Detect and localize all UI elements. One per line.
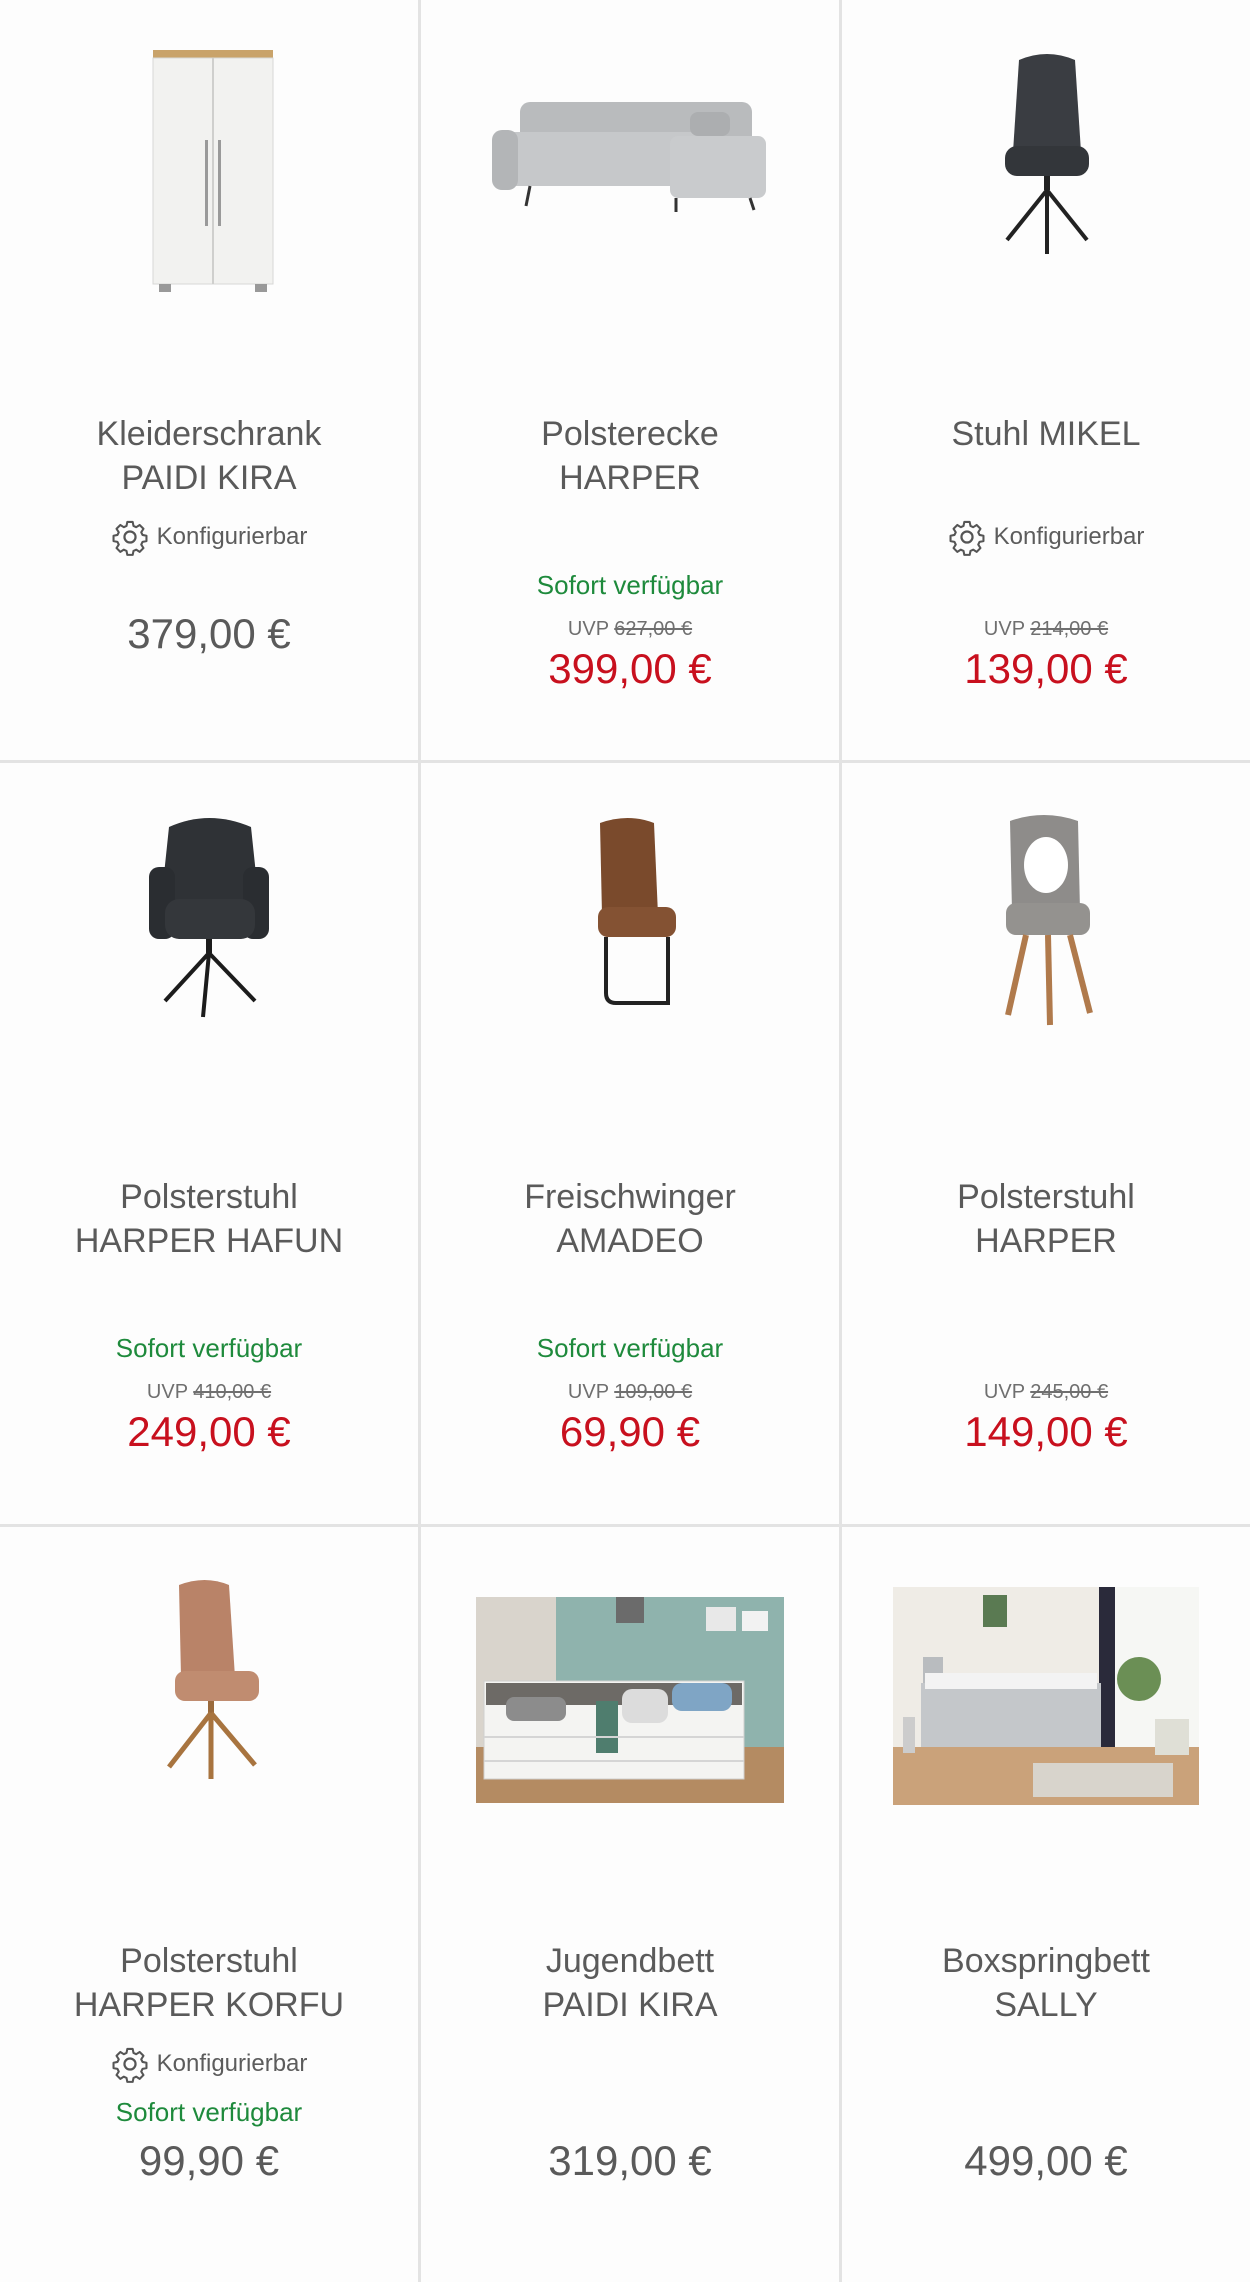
product-title[interactable]: Polsterstuhl HARPER HAFUN	[10, 1175, 408, 1263]
product-title-line1[interactable]: Polsterstuhl	[10, 1939, 408, 1983]
gear-icon	[949, 520, 985, 556]
product-title-line1[interactable]: Stuhl MIKEL	[852, 412, 1240, 456]
product-title-line1[interactable]: Jugendbett	[431, 1939, 829, 1983]
configurable-label: Konfigurierbar	[993, 523, 1145, 550]
product-title-line1[interactable]: Polsterstuhl	[852, 1175, 1240, 1219]
configurable-badge: Konfigurierbar	[0, 2045, 418, 2083]
product-title-line2[interactable]: HARPER	[852, 1219, 1240, 1263]
uvp-old-price: 245,00 €	[1030, 1381, 1109, 1403]
chair-image[interactable]	[842, 40, 1250, 300]
product-title-line2[interactable]: HARPER KORFU	[10, 1983, 408, 2027]
product-title[interactable]: Stuhl MIKEL	[852, 412, 1240, 456]
product-price: 249,00 €	[127, 1408, 291, 1455]
product-title[interactable]: Jugendbett PAIDI KIRA	[431, 1939, 829, 2027]
product-title-line1[interactable]: Freischwinger	[431, 1175, 829, 1219]
product-title-line2[interactable]: HARPER	[431, 456, 829, 500]
grey-chair-image[interactable]	[842, 803, 1250, 1063]
product-title[interactable]: Polsterstuhl HARPER	[852, 1175, 1240, 1263]
youth-bed-photo[interactable]	[421, 1567, 839, 1827]
product-title-line1[interactable]: Polsterstuhl	[10, 1175, 408, 1219]
armchair-image[interactable]	[0, 803, 418, 1063]
product-card[interactable]: Polsterstuhl HARPER UVP 245,00 € 149,00 …	[842, 763, 1250, 1524]
product-card[interactable]: Stuhl MIKEL Konfigurierbar UVP 214,00 € …	[842, 0, 1250, 760]
uvp-label: UVP	[567, 618, 609, 640]
product-title[interactable]: Polsterstuhl HARPER KORFU	[10, 1939, 408, 2027]
gear-icon	[112, 2047, 148, 2083]
configurable-badge: Konfigurierbar	[0, 518, 418, 556]
uvp-price: UVP 627,00 €	[421, 618, 839, 641]
product-title-line1[interactable]: Polsterecke	[431, 412, 829, 456]
product-card[interactable]: Kleiderschrank PAIDI KIRA Konfigurierbar…	[0, 0, 418, 760]
product-card[interactable]: Freischwinger AMADEO Sofort verfügbar UV…	[421, 763, 839, 1524]
product-title-line2[interactable]: AMADEO	[431, 1219, 829, 1263]
product-price: 379,00 €	[127, 610, 291, 657]
uvp-price: UVP 410,00 €	[0, 1381, 418, 1404]
uvp-label: UVP	[567, 1381, 609, 1403]
wardrobe-image[interactable]	[0, 40, 418, 300]
configurable-badge: Konfigurierbar	[842, 518, 1250, 556]
uvp-old-price: 410,00 €	[193, 1381, 272, 1403]
cantilever-chair-image[interactable]	[421, 803, 839, 1063]
configurable-label: Konfigurierbar	[156, 523, 308, 550]
product-title-line2[interactable]: PAIDI KIRA	[431, 1983, 829, 2027]
uvp-old-price: 214,00 €	[1030, 618, 1109, 640]
product-card[interactable]: Polsterstuhl HARPER KORFU Konfigurierbar…	[0, 1527, 418, 2282]
product-price: 319,00 €	[548, 2137, 712, 2184]
brown-chair-image[interactable]	[0, 1567, 418, 1827]
product-price: 499,00 €	[964, 2137, 1128, 2184]
product-price: 69,90 €	[559, 1408, 701, 1455]
product-title-line1[interactable]: Boxspringbett	[852, 1939, 1240, 1983]
product-price: 99,90 €	[138, 2137, 280, 2184]
product-title-line2[interactable]: PAIDI KIRA	[10, 456, 408, 500]
product-card[interactable]: Boxspringbett SALLY 499,00 €	[842, 1527, 1250, 2282]
product-title[interactable]: Boxspringbett SALLY	[852, 1939, 1240, 2027]
uvp-label: UVP	[983, 618, 1025, 640]
product-title-line1[interactable]: Kleiderschrank	[10, 412, 408, 456]
product-card[interactable]: Polsterecke HARPER Sofort verfügbar UVP …	[421, 0, 839, 760]
availability-status: Sofort verfügbar	[536, 1333, 724, 1363]
availability-status: Sofort verfügbar	[115, 2097, 303, 2127]
product-title[interactable]: Polsterecke HARPER	[431, 412, 829, 500]
product-title[interactable]: Freischwinger AMADEO	[431, 1175, 829, 1263]
product-card[interactable]: Polsterstuhl HARPER HAFUN Sofort verfügb…	[0, 763, 418, 1524]
boxspring-bed-photo[interactable]	[842, 1567, 1250, 1827]
availability-status: Sofort verfügbar	[115, 1333, 303, 1363]
uvp-label: UVP	[146, 1381, 188, 1403]
product-grid: Kleiderschrank PAIDI KIRA Konfigurierbar…	[0, 0, 1250, 2282]
product-price: 139,00 €	[964, 645, 1128, 692]
product-title-line2[interactable]: HARPER HAFUN	[10, 1219, 408, 1263]
gear-icon	[112, 520, 148, 556]
uvp-old-price: 627,00 €	[614, 618, 693, 640]
uvp-price: UVP 245,00 €	[842, 1381, 1250, 1404]
product-card[interactable]: Jugendbett PAIDI KIRA 319,00 €	[421, 1527, 839, 2282]
uvp-label: UVP	[983, 1381, 1025, 1403]
product-title-line2[interactable]: SALLY	[852, 1983, 1240, 2027]
uvp-price: UVP 214,00 €	[842, 618, 1250, 641]
product-price: 399,00 €	[548, 645, 712, 692]
product-price: 149,00 €	[964, 1408, 1128, 1455]
uvp-old-price: 109,00 €	[614, 1381, 693, 1403]
uvp-price: UVP 109,00 €	[421, 1381, 839, 1404]
configurable-label: Konfigurierbar	[156, 2050, 308, 2077]
availability-status: Sofort verfügbar	[536, 570, 724, 600]
product-title[interactable]: Kleiderschrank PAIDI KIRA	[10, 412, 408, 500]
corner-sofa-image[interactable]	[421, 40, 839, 300]
